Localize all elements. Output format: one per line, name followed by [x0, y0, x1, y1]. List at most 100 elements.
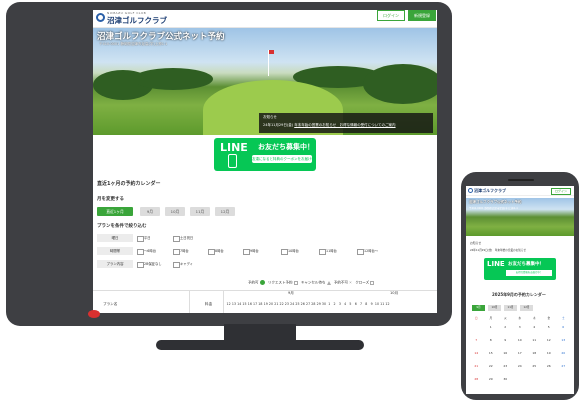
calendar-day-cell[interactable]: 8	[484, 338, 499, 342]
line-logo: LINE	[220, 141, 248, 154]
mobile-hero-address: 〒410-0001 静岡県沼津市足高(字)上神1-1	[469, 207, 518, 210]
calendar-day-cell[interactable]: 5	[542, 325, 557, 329]
mobile-weekday-header: 日月火水木金土	[469, 316, 571, 322]
cross-icon: ×	[349, 280, 352, 285]
calendar-day-cell[interactable]: 2	[498, 325, 513, 329]
weekday-label: 火	[503, 317, 507, 320]
calendar-day-cell[interactable]: 15	[484, 351, 499, 355]
calendar-week-row: 14 15 16 17 18 19 20	[469, 351, 571, 355]
filter-time-checkbox[interactable]: 10時台	[281, 247, 299, 255]
calendar-day-cell[interactable]: 23	[498, 364, 513, 368]
calendar-title: 直近1ヶ月の予約カレンダー	[97, 181, 161, 187]
triangle-icon	[326, 280, 331, 285]
mobile-header: 沼津ゴルフクラブ ログイン	[466, 186, 574, 196]
weekday-label: 日	[474, 317, 478, 320]
mobile-notice-link[interactable]: 24年11月29日(金) 年末年始の営業のお知らせ	[470, 248, 526, 252]
site-logo[interactable]: 沼津ゴルフクラブ	[107, 15, 167, 26]
calendar-day-cell[interactable]: 30	[498, 377, 513, 381]
calendar-day-cell[interactable]: 7	[469, 338, 484, 342]
filter-time-checkbox[interactable]: 8時台	[208, 247, 224, 255]
month-button-sep[interactable]: 9月	[140, 207, 160, 216]
calendar-day-cell[interactable]: 19	[542, 351, 557, 355]
month-change-label: 月を変更する	[97, 197, 124, 202]
mobile-month-button[interactable]: 11月	[504, 305, 517, 311]
month-header-oct: 10月	[390, 291, 399, 295]
notice-box: お知らせ 24年11月29日(金) 年末年始の営業のお知らせ お得な情報の受付に…	[259, 113, 433, 133]
notice-heading: お知らせ	[263, 115, 277, 119]
calendar-day-cell[interactable]: 11	[527, 338, 542, 342]
notice-date: 24年11月29日(金)	[263, 123, 294, 127]
line-friend-banner[interactable]: LINE お友だち募集中！ 友達になると特典のクーポンをお届け中！	[214, 138, 316, 171]
filter-time-checkbox[interactable]: 12時台〜	[357, 247, 378, 255]
plan-column-header: プラン名	[103, 302, 118, 306]
notice-row: 24年11月29日(金) 年末年始の営業のお知らせ お得な情報の受付についてのご…	[263, 123, 429, 128]
calendar-day-cell[interactable]: 27	[556, 364, 571, 368]
month-button-recent[interactable]: 直近1ヶ月	[97, 207, 133, 216]
calendar-day-cell[interactable]: 20	[556, 351, 571, 355]
login-button[interactable]: ログイン	[377, 10, 405, 21]
mobile-month-button[interactable]: 9月	[472, 305, 485, 311]
month-button-nov[interactable]: 11月	[190, 207, 210, 216]
mobile-hero-title: 沼津ゴルフクラブ公式ネット予約	[469, 200, 522, 204]
calendar-week-row: 123456	[469, 325, 571, 329]
line-banner-subtitle: お得な情報をお届け中！	[506, 270, 552, 276]
calendar-day-cell[interactable]: 17	[513, 351, 528, 355]
hero-image: 沼津ゴルフクラブ公式ネット予約 〒410-0001 静岡県沼津市足高(字)上神1…	[93, 28, 437, 135]
calendar-day-cell[interactable]: 14	[469, 351, 484, 355]
legend-full: 予約不可	[333, 280, 348, 285]
filter-plan-label: プラン内容	[97, 260, 133, 268]
calendar-day-cell[interactable]: 16	[498, 351, 513, 355]
mobile-site-logo[interactable]: 沼津ゴルフクラブ	[474, 188, 506, 194]
day-header-row: 12131415161718192021222324252627282930 1 2…	[226, 302, 390, 306]
notice-link[interactable]: 年末年始の営業のお知らせ お得な情報の受付についてのご案内	[294, 123, 395, 127]
calendar-day-cell[interactable]: 13	[556, 338, 571, 342]
filter-time-checkbox[interactable]: 9時台	[243, 247, 259, 255]
legend-closed: クローズ	[355, 280, 370, 285]
line-banner-title: お友だち募集中！	[508, 262, 544, 267]
calendar-day-cell[interactable]: 29	[484, 377, 499, 381]
filter-plan-checkbox[interactable]: キャディ	[173, 260, 193, 268]
phone-speaker	[508, 179, 534, 181]
calendar-day-cell[interactable]: 9	[498, 338, 513, 342]
mobile-line-banner[interactable]: LINE お友だち募集中！ お得な情報をお届け中！	[484, 258, 556, 280]
circle-icon	[259, 280, 265, 285]
register-button[interactable]: 新規登録	[408, 10, 436, 21]
weekday-label: 金	[547, 317, 551, 320]
filter-time-checkbox[interactable]: 7時台	[173, 247, 189, 255]
calendar-day-cell[interactable]: 3	[513, 325, 528, 329]
month-button-oct[interactable]: 10月	[165, 207, 185, 216]
square-icon	[293, 280, 298, 285]
calendar-day-cell[interactable]: 24	[513, 364, 528, 368]
mobile-login-button[interactable]: ログイン	[551, 188, 571, 195]
filter-time-checkbox[interactable]: 〜6時台	[137, 247, 156, 255]
mobile-hero-image: 沼津ゴルフクラブ公式ネット予約 〒410-0001 静岡県沼津市足高(字)上神1…	[466, 198, 574, 236]
weekday-label: 水	[518, 317, 522, 320]
tree-line	[363, 64, 437, 104]
calendar-day-cell[interactable]: 1	[484, 325, 499, 329]
calendar-day-cell[interactable]: 25	[527, 364, 542, 368]
calendar-day-cell[interactable]: 21	[469, 364, 484, 368]
calendar-day-cell[interactable]: 4	[527, 325, 542, 329]
calendar-day-cell[interactable]: 28	[469, 377, 484, 381]
filter-time-label: 時間帯	[97, 247, 133, 255]
club-logo-icon	[468, 188, 473, 193]
filter-weekday-checkbox[interactable]: 平日	[137, 234, 151, 242]
filter-weekday-label: 曜日	[97, 234, 133, 242]
mobile-month-button[interactable]: 10月	[488, 305, 501, 311]
calendar-day-cell[interactable]: 10	[513, 338, 528, 342]
calendar-day-cell[interactable]: 6	[556, 325, 571, 329]
filter-time-checkbox[interactable]: 11時台	[319, 247, 337, 255]
price-column-header: 料金	[205, 302, 213, 306]
table-divider	[223, 290, 224, 313]
filter-holiday-checkbox[interactable]: 土日祝日	[173, 234, 193, 242]
site-header: NUMAZU GOLF CLUB 沼津ゴルフクラブ ログイン 新規登録	[93, 10, 437, 28]
calendar-day-cell[interactable]: 12	[542, 338, 557, 342]
calendar-day-cell[interactable]: 18	[527, 351, 542, 355]
weekday-label: 月	[489, 317, 493, 320]
mobile-month-button[interactable]: 12月	[520, 305, 533, 311]
calendar-day-cell[interactable]: 22	[484, 364, 499, 368]
filter-plan-checkbox[interactable]: 2B保証なし	[137, 260, 162, 268]
month-button-dec[interactable]: 12月	[215, 207, 235, 216]
calendar-day-cell[interactable]: 26	[542, 364, 557, 368]
line-banner-subtitle: 友達になると特典のクーポンをお届け中！	[252, 155, 316, 163]
